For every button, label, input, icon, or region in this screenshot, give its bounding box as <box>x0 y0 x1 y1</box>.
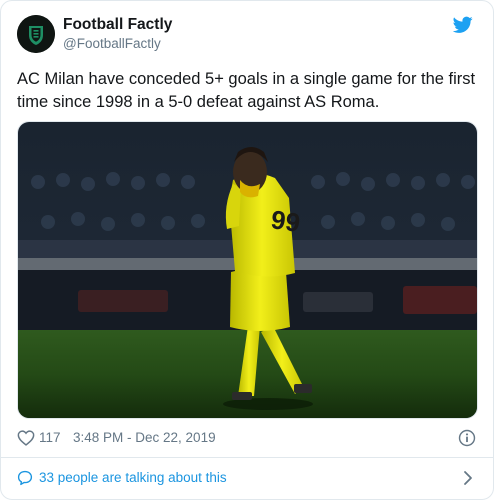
tweet-meta: 117 3:48 PM - Dec 22, 2019 <box>17 429 477 449</box>
display-name[interactable]: Football Factly <box>63 16 172 34</box>
tweet-timestamp[interactable]: 3:48 PM - Dec 22, 2019 <box>73 430 216 445</box>
jersey-number: 99 <box>269 204 302 238</box>
like-count[interactable]: 117 <box>39 430 61 445</box>
tweet-photo[interactable]: 99 <box>17 121 478 419</box>
goalkeeper-photo: 99 <box>18 122 477 418</box>
talking-label[interactable]: 33 people are talking about this <box>39 470 227 485</box>
divider <box>1 457 493 458</box>
conversation-link[interactable]: 33 people are talking about this <box>17 469 477 489</box>
tweet-card: Football Factly @FootballFactly AC Milan… <box>0 0 494 500</box>
heart-icon[interactable] <box>17 430 35 446</box>
twitter-bird-icon[interactable] <box>453 16 473 34</box>
user-handle[interactable]: @FootballFactly <box>63 36 161 51</box>
football-factly-logo-icon <box>17 15 55 53</box>
tweet-text: AC Milan have conceded 5+ goals in a sin… <box>17 70 476 111</box>
chevron-right-icon[interactable] <box>463 470 473 486</box>
profile-avatar[interactable] <box>17 15 55 53</box>
info-icon[interactable] <box>458 429 476 447</box>
speech-bubble-icon <box>17 470 33 486</box>
